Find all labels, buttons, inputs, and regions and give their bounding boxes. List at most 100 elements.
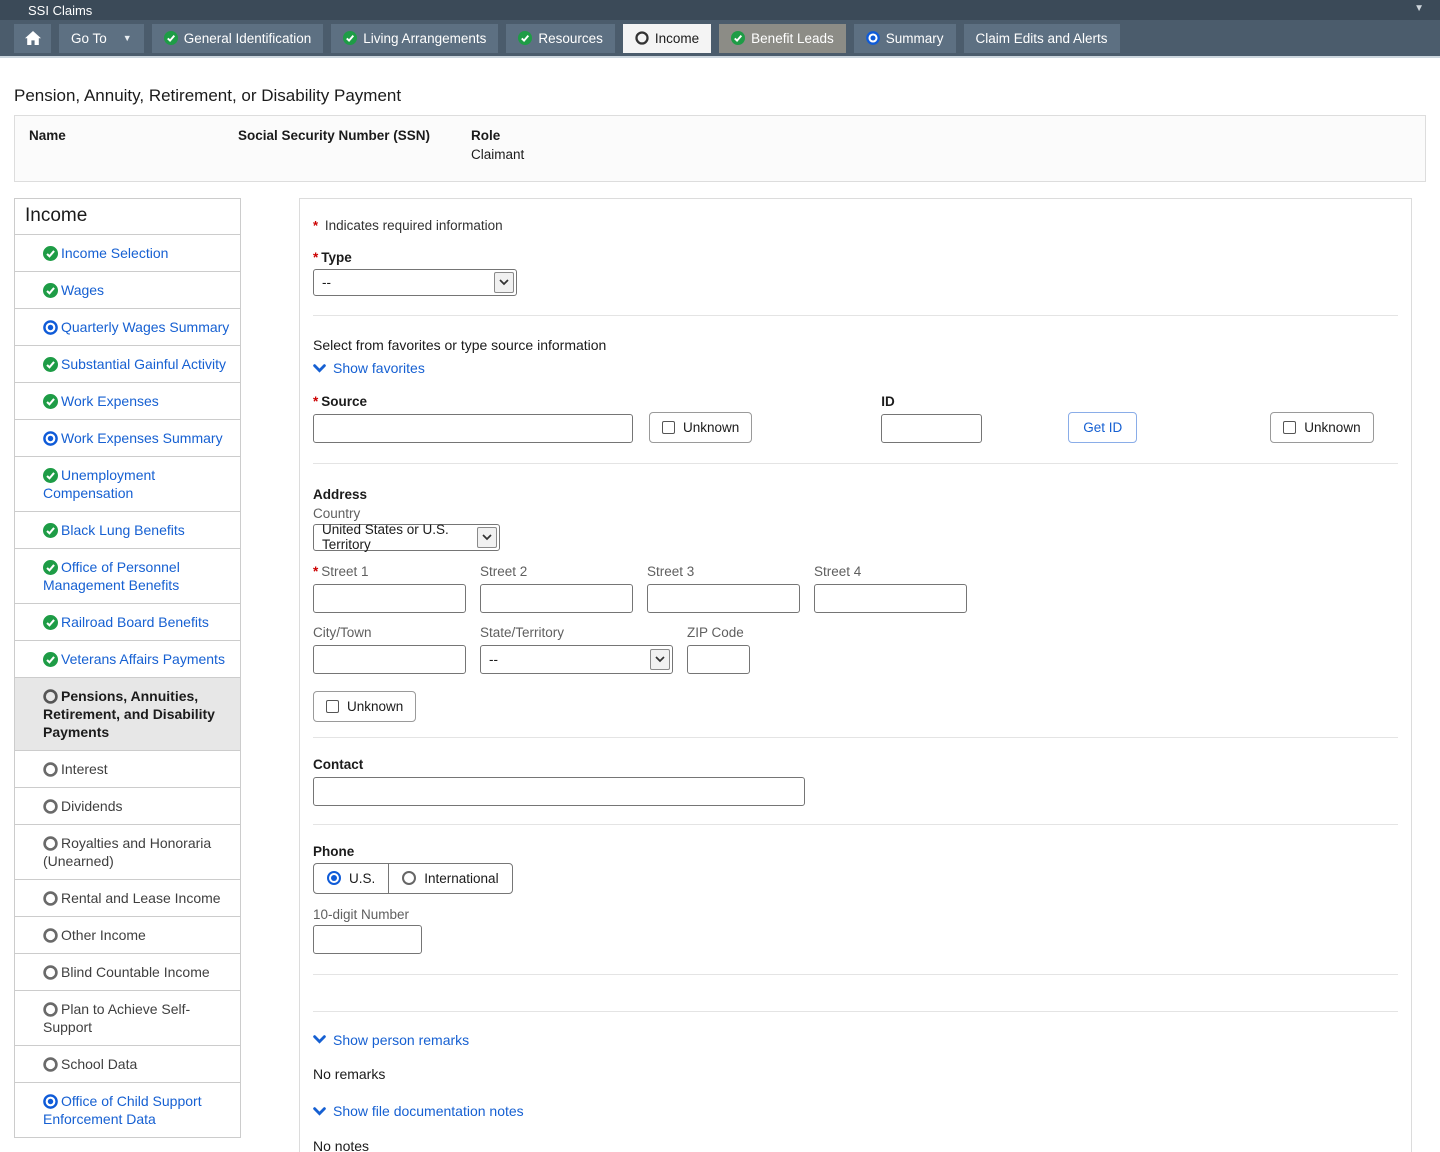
street3-label: Street 3 <box>647 564 800 579</box>
person-info-box: Name Social Security Number (SSN) Role C… <box>14 115 1426 182</box>
tab-label: Income <box>655 31 699 46</box>
sidebar-item-label: Plan to Achieve Self-Support <box>43 1001 190 1035</box>
id-label: ID <box>881 394 982 409</box>
id-unknown-checkbox[interactable]: Unknown <box>1270 412 1373 443</box>
role-value: Claimant <box>471 147 524 162</box>
tab-general-identification[interactable]: General Identification <box>152 24 324 53</box>
phone-number-label: 10-digit Number <box>313 907 1398 922</box>
phone-number-input[interactable] <box>313 925 422 954</box>
open-circle-icon <box>43 688 61 704</box>
sidebar-item-label: Blind Countable Income <box>61 964 210 980</box>
tab-benefit-leads[interactable]: Benefit Leads <box>719 24 846 53</box>
open-circle-icon <box>43 835 61 851</box>
tab-label: Summary <box>886 31 944 46</box>
sidebar-item-label: Rental and Lease Income <box>61 890 221 906</box>
remarks-empty-text: No remarks <box>313 1066 1398 1082</box>
collapse-caret-icon[interactable]: ▼ <box>1414 4 1424 14</box>
get-id-button[interactable]: Get ID <box>1068 412 1137 443</box>
sidebar-item-quarterly-wages-summary[interactable]: Quarterly Wages Summary <box>15 309 240 346</box>
home-button[interactable] <box>14 24 51 53</box>
show-favorites-link[interactable]: Show favorites <box>313 360 425 376</box>
go-to-menu-button[interactable]: Go To ▼ <box>59 24 144 53</box>
source-input[interactable] <box>313 414 633 443</box>
tab-living-arrangements[interactable]: Living Arrangements <box>331 24 498 53</box>
phone-international-radio[interactable]: International <box>388 864 511 893</box>
radio-selected-icon <box>327 871 341 885</box>
sidebar-item-railroad-board-benefits[interactable]: Railroad Board Benefits <box>15 604 240 641</box>
sidebar-item-school-data: School Data <box>15 1046 240 1083</box>
type-label: *Type <box>313 250 1398 265</box>
tab-summary[interactable]: Summary <box>854 24 956 53</box>
complete-check-icon <box>43 522 61 538</box>
ssn-label: Social Security Number (SSN) <box>238 128 471 143</box>
type-select-value: -- <box>322 275 331 290</box>
complete-check-icon <box>43 356 61 372</box>
country-select[interactable]: United States or U.S. Territory <box>313 524 500 551</box>
sidebar-item-income-selection[interactable]: Income Selection <box>15 235 240 272</box>
sidebar-item-veterans-affairs-payments[interactable]: Veterans Affairs Payments <box>15 641 240 678</box>
page-title: Pension, Annuity, Retirement, or Disabil… <box>14 86 1426 106</box>
required-asterisk: * <box>313 218 318 233</box>
complete-check-icon <box>43 614 61 630</box>
chevron-down-icon: ▼ <box>123 34 132 43</box>
zip-label: ZIP Code <box>687 625 750 640</box>
tab-resources[interactable]: Resources <box>506 24 615 53</box>
chevron-down-icon <box>313 364 326 373</box>
city-label: City/Town <box>313 625 466 640</box>
sidebar-title: Income <box>15 199 240 235</box>
open-circle-icon <box>635 31 649 45</box>
street1-input[interactable] <box>313 584 466 613</box>
tab-label: Claim Edits and Alerts <box>976 31 1108 46</box>
open-circle-icon <box>43 798 61 814</box>
sidebar-item-label: Substantial Gainful Activity <box>61 356 226 372</box>
phone-us-radio[interactable]: U.S. <box>314 864 388 893</box>
chevron-down-icon <box>313 1035 326 1044</box>
phone-label: Phone <box>313 844 1398 859</box>
zip-input[interactable] <box>687 645 750 674</box>
city-input[interactable] <box>313 645 466 674</box>
app-title: SSI Claims <box>28 3 92 18</box>
street1-label: *Street 1 <box>313 564 466 579</box>
checkbox-icon <box>326 700 339 713</box>
street3-input[interactable] <box>647 584 800 613</box>
app-title-bar: SSI Claims ▼ <box>0 0 1440 20</box>
sidebar-item-work-expenses-summary[interactable]: Work Expenses Summary <box>15 420 240 457</box>
phone-type-radio-group: U.S. International <box>313 863 513 894</box>
tab-income[interactable]: Income <box>623 24 711 53</box>
tab-claim-edits-and-alerts[interactable]: Claim Edits and Alerts <box>964 24 1120 53</box>
complete-check-icon <box>164 31 178 45</box>
sidebar-item-unemployment-compensation[interactable]: Unemployment Compensation <box>15 457 240 512</box>
complete-check-icon <box>731 31 745 45</box>
contact-input[interactable] <box>313 777 805 806</box>
open-circle-icon <box>43 1001 61 1017</box>
show-person-remarks-link[interactable]: Show person remarks <box>313 1032 469 1048</box>
state-select[interactable]: -- <box>480 645 673 674</box>
show-file-notes-link[interactable]: Show file documentation notes <box>313 1103 524 1119</box>
address-heading: Address <box>313 487 1398 502</box>
sidebar-item-label: Work Expenses <box>61 393 159 409</box>
sidebar-item-office-of-child-support-enforcement-data[interactable]: Office of Child Support Enforcement Data <box>15 1083 240 1138</box>
sidebar-item-black-lung-benefits[interactable]: Black Lung Benefits <box>15 512 240 549</box>
id-input[interactable] <box>881 414 982 443</box>
sidebar-item-wages[interactable]: Wages <box>15 272 240 309</box>
source-unknown-checkbox[interactable]: Unknown <box>649 412 752 443</box>
sidebar-item-label: Office of Personnel Management Benefits <box>43 559 180 593</box>
tab-label: Benefit Leads <box>751 31 834 46</box>
street2-input[interactable] <box>480 584 633 613</box>
sidebar-item-label: Dividends <box>61 798 122 814</box>
sidebar-item-substantial-gainful-activity[interactable]: Substantial Gainful Activity <box>15 346 240 383</box>
source-label: *Source <box>313 394 633 409</box>
street4-input[interactable] <box>814 584 967 613</box>
complete-check-icon <box>343 31 357 45</box>
sidebar-item-label: Wages <box>61 282 104 298</box>
type-select[interactable]: -- <box>313 269 517 296</box>
sidebar-item-blind-countable-income: Blind Countable Income <box>15 954 240 991</box>
sidebar-item-label: Office of Child Support Enforcement Data <box>43 1093 202 1127</box>
complete-check-icon <box>43 282 61 298</box>
income-sidebar: Income Income Selection Wages Quarterly Wa… <box>14 198 241 1138</box>
complete-check-icon <box>43 245 61 261</box>
sidebar-item-office-of-personnel-management-benefits[interactable]: Office of Personnel Management Benefits <box>15 549 240 604</box>
sidebar-item-pensions-annuities-retirement-and-disability-payments[interactable]: Pensions, Annuities, Retirement, and Dis… <box>15 678 240 751</box>
sidebar-item-work-expenses[interactable]: Work Expenses <box>15 383 240 420</box>
address-unknown-checkbox[interactable]: Unknown <box>313 691 416 722</box>
